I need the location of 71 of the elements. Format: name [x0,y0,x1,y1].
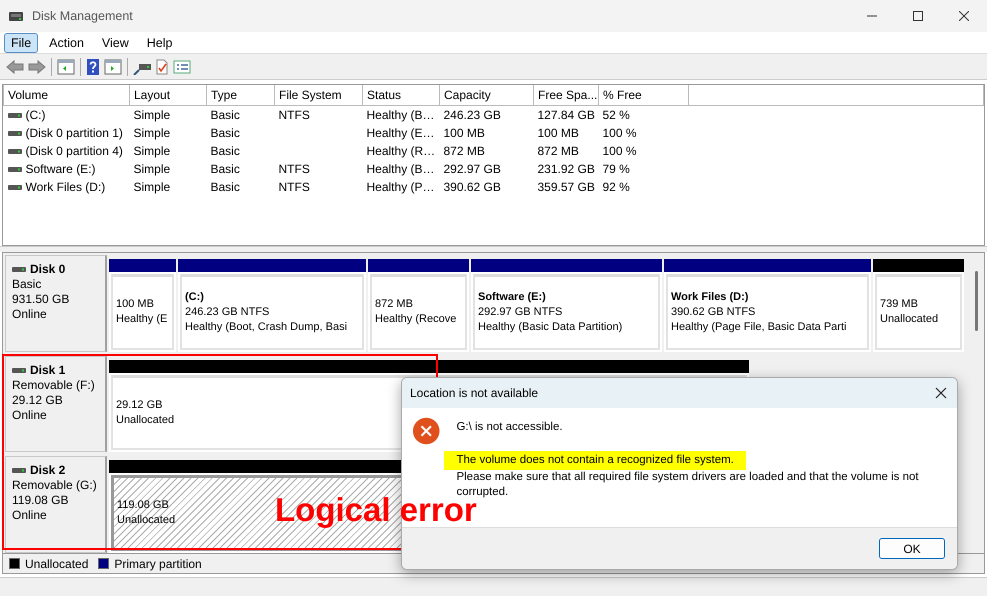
table-cell: Healthy (R… [366,144,436,158]
disk-size: 119.08 GB [12,493,70,508]
table-cell: Simple [134,162,170,176]
disk-status: Online [12,307,48,322]
partition-size: 246.23 GB NTFS [185,304,270,320]
partition-status: Healthy (Basic Data Partition) [478,320,622,335]
table-cell: Simple [134,126,170,140]
disk-name: Disk 0 [30,262,66,277]
table-cell: 100 % [602,144,637,158]
partition-size: 390.62 GB NTFS [671,304,756,320]
table-cell: 872 MB [538,144,579,158]
partition-size: 119.08 GB [117,498,169,514]
table-cell: Healthy (P… [366,180,435,194]
table-cell: Basic [210,180,240,194]
table-cell: NTFS [278,162,310,176]
table-cell: Simple [134,108,170,122]
partition-size: 292.97 GB NTFS [478,304,562,320]
table-cell: 100 % [602,126,637,140]
disk-size: 29.12 GB [12,392,64,408]
table-cell: Basic [210,108,240,122]
table-cell: 92 % [602,180,630,194]
table-cell: 100 MB [444,126,485,140]
table-cell: 872 MB [444,144,485,158]
table-cell: 79 % [602,162,630,176]
table-cell: 292.97 GB [444,162,501,176]
table-cell: Basic [210,162,240,176]
partition-status: Healthy (Page File, Basic Data Parti [671,320,846,335]
disk-type: Removable (F:) [12,378,96,393]
partition-name: Software (E:) [478,290,546,305]
partition-status: Healthy (Recove [375,312,456,328]
disk-status: Online [12,508,48,524]
table-cell: 390.62 GB [444,180,501,194]
table-cell: 100 MB [538,126,579,140]
partition-size: 29.12 GB [116,398,162,413]
partition-status: Healthy (E [116,312,168,328]
partition-status: Unallocated [117,513,176,528]
table-cell: 52 % [602,108,630,122]
dialog-title: Location is not available [410,385,538,402]
partition-status: Unallocated [116,413,174,428]
disk-size: 931.50 GB [12,292,70,307]
table-cell: 231.92 GB [538,162,595,176]
disk-status: Online [12,408,48,423]
table-cell: 127.84 GB [538,108,595,122]
legend-label: Unallocated [25,556,88,572]
partition-name: Work Files (D:) [671,290,748,305]
table-cell: Healthy (E… [366,126,435,140]
table-cell: Basic [210,144,240,158]
partition-status: Healthy (Boot, Crash Dump, Basi [185,320,348,335]
legend-label: Primary partition [114,556,202,572]
partition-size: 872 MB [375,297,413,312]
partition-status: Unallocated [880,312,938,328]
table-cell: Healthy (B… [366,162,435,176]
table-cell: 246.23 GB [444,108,501,122]
table-cell: Healthy (B… [366,108,435,122]
table-cell: 359.57 GB [538,180,595,194]
table-cell: Simple [134,144,170,158]
partition-size: 100 MB [116,297,154,312]
window-title: Disk Management [32,8,133,25]
disk-type: Basic [12,277,42,292]
dialog-message: G:\ is not accessible. [456,420,564,435]
disk-name: Disk 2 [30,463,66,478]
dialog-text: The volume does not contain a recognized file system. [444,451,746,470]
partition-size: 739 MB [880,297,918,312]
disk-name: Disk 1 [30,362,66,378]
table-cell: NTFS [278,108,310,122]
table-cell: Simple [134,180,170,194]
partition-name: (C:) [185,290,204,305]
disk-type: Removable (G:) [12,478,98,494]
table-cell: Basic [210,126,240,140]
table-cell: NTFS [278,180,310,194]
dialog-text: Please make sure that all required file system drivers are loaded and that the volume is not corrupted. [456,471,919,498]
